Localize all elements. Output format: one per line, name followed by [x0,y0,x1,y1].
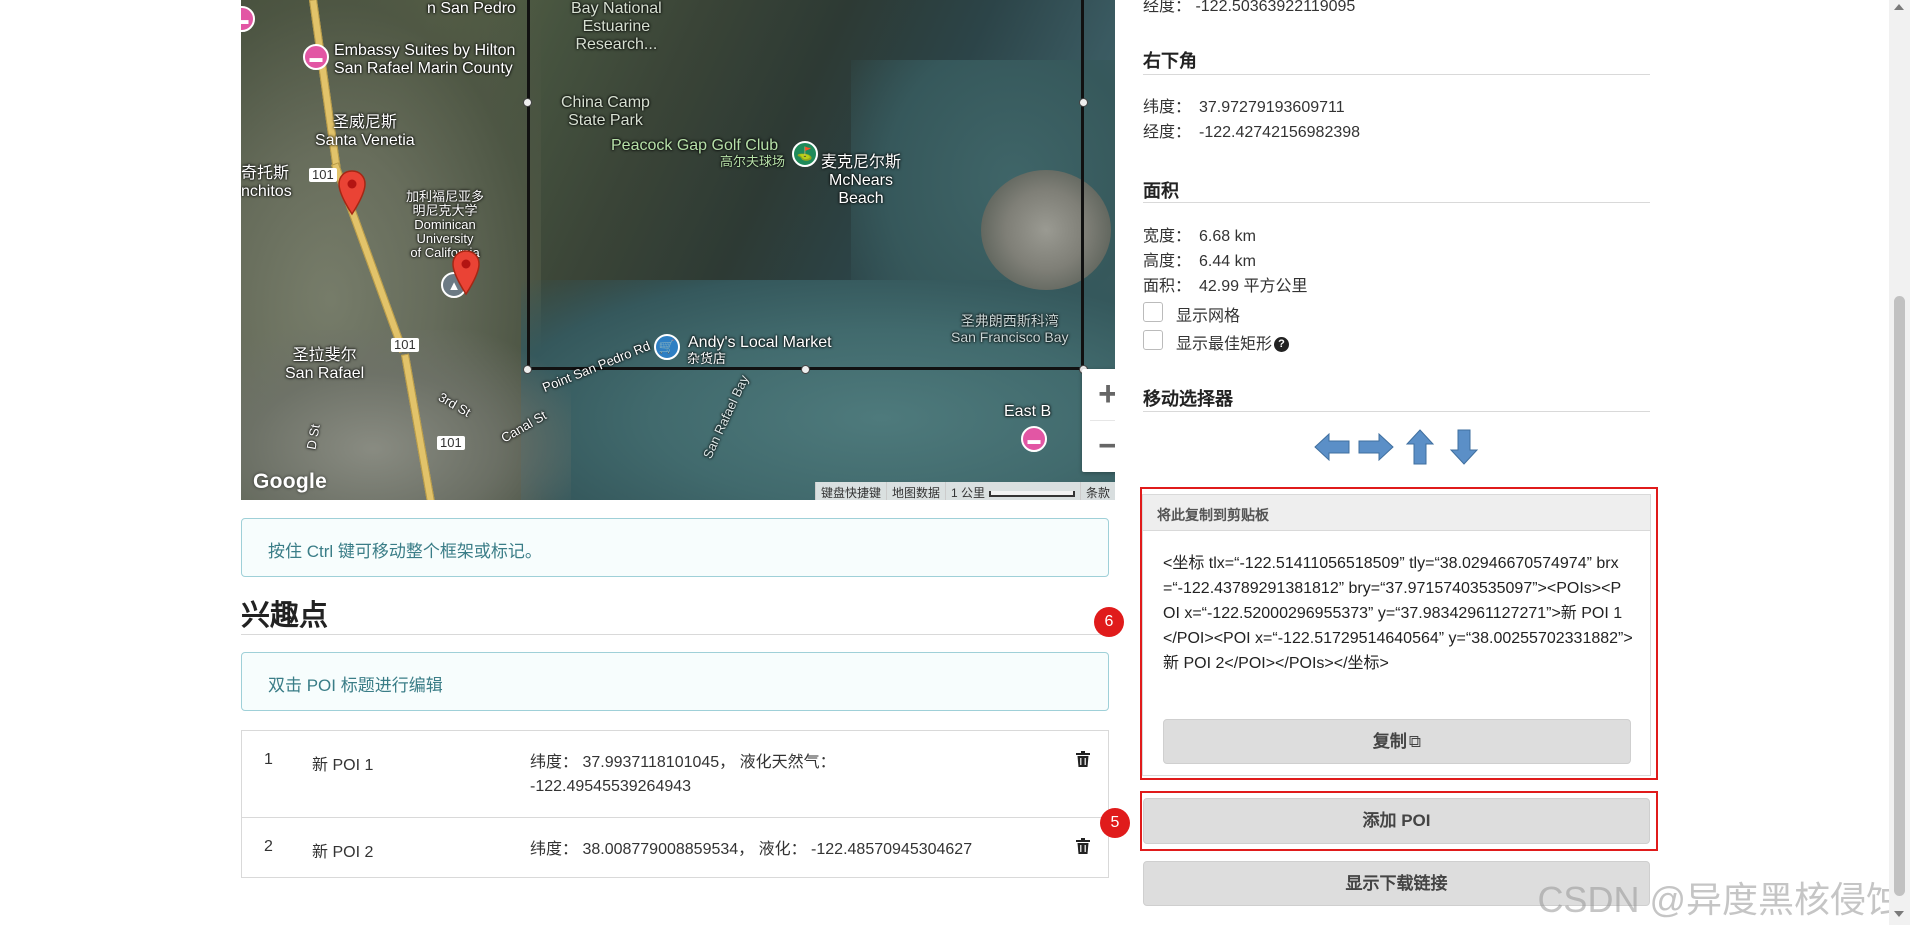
scroll-down-icon[interactable] [1894,911,1904,917]
highway-shield: 101 [309,168,337,182]
scrollbar-thumb[interactable] [1894,296,1905,896]
highway-shield: 101 [437,436,465,450]
divider [1143,411,1650,412]
divider [1143,74,1650,75]
poi-section-title: 兴趣点 [241,600,329,632]
map-label-east-b: East B [1004,403,1052,420]
zoom-controls: + − [1082,369,1115,472]
poi-number: 1 [264,751,273,768]
map-label-san-rafael: 圣拉斐尔 San Rafael [285,347,365,382]
map-label-sf-bay: 圣弗朗西斯科湾 San Francisco Bay [951,313,1069,345]
arrow-left-icon[interactable] [1313,428,1351,466]
scale-bar [988,490,1075,497]
move-arrows [1313,428,1483,468]
map-label-andys-zh: 杂货店 [687,351,727,366]
satellite-map[interactable]: n San Pedro Embassy Suites by Hilton San… [241,0,1115,500]
page: n San Pedro Embassy Suites by Hilton San… [0,0,1910,925]
selection-handle[interactable] [523,98,532,107]
top-left-lng-partial: 经度： -122.50363922119095 [1143,0,1356,15]
map-label-andys: Andy's Local Market [688,334,832,351]
zoom-out-button[interactable]: − [1082,421,1115,472]
divider [241,634,1109,635]
show-best-rect-checkbox[interactable] [1143,330,1163,350]
poi-coords: 纬度： 38.008779008859534， 液化： -122.4857094… [530,841,973,858]
poi-table: 1 新 POI 1 纬度： 37.9937118101045， 液化天然气： -… [241,730,1109,878]
map-scale[interactable]: 1 公里 [944,482,1080,500]
edit-poi-hint: 双击 POI 标题进行编辑 [241,652,1109,711]
zoom-in-button[interactable]: + [1082,369,1115,420]
map-label-santa-venetia: 圣威尼斯 Santa Venetia [315,114,415,149]
map-label: n San Pedro [427,0,516,17]
poi-name[interactable]: 新 POI 1 [312,751,373,775]
arrow-up-icon[interactable] [1401,428,1439,466]
poi-name[interactable]: 新 POI 2 [312,838,373,862]
selection-handle[interactable] [801,365,810,374]
poi-coords: 纬度： 37.9937118101045， 液化天然气： -122.495455… [530,754,836,795]
scroll-up-icon[interactable] [1894,4,1904,10]
trash-icon[interactable] [1076,751,1090,767]
map-label-bay-national: Bay National Estuarine Research... [571,0,662,53]
annotation-frame-5 [1140,791,1658,851]
shopping-cart-icon[interactable]: 🛒 [654,334,680,360]
area-width: 宽度： 6.68 km [1143,228,1256,245]
annotation-frame-6 [1140,487,1658,780]
poi-row: 1 新 POI 1 纬度： 37.9937118101045， 液化天然气： -… [242,731,1108,817]
scrollbar[interactable] [1889,0,1910,925]
area-height: 高度： 6.44 km [1143,253,1256,270]
ctrl-move-hint: 按住 Ctrl 键可移动整个框架或标记。 [241,518,1109,577]
show-grid-label[interactable]: 显示网格 [1176,302,1240,326]
map-label-china-camp: China Camp State Park [561,94,650,129]
map-attribution: 键盘快捷键 地图数据 1 公里 条款 [814,482,1115,500]
show-best-rect-label[interactable]: 显示最佳矩形? [1176,330,1290,354]
map-data-link[interactable]: 地图数据 [885,482,945,500]
annotation-badge-6: 6 [1094,607,1124,637]
poi-number: 2 [264,838,273,855]
hotel-icon[interactable]: ▬ [1021,426,1047,452]
google-logo: Google [253,470,328,493]
arrow-down-icon[interactable] [1445,428,1483,466]
watermark: CSDN @异度黑核侵蚀 [1537,879,1902,920]
map-label-anchitos: 奇托斯 nchitos [241,165,292,200]
golf-icon[interactable]: ⛳ [792,141,818,167]
map-label-embassy: Embassy Suites by Hilton San Rafael Mari… [334,42,516,77]
poi-marker-1[interactable] [337,170,367,216]
help-icon[interactable]: ? [1274,337,1290,353]
trash-icon[interactable] [1076,838,1090,854]
move-selector-heading: 移动选择器 [1143,389,1233,409]
terms-link[interactable]: 条款 [1079,482,1115,500]
annotation-badge-5: 5 [1100,808,1130,838]
map-label-mcnears: 麦克尼尔斯 McNears Beach [821,154,902,207]
highway-shield: 101 [391,338,419,352]
hotel-icon[interactable]: ▬ [303,44,329,70]
bottom-right-heading: 右下角 [1143,51,1197,71]
divider [1143,202,1650,203]
selection-handle[interactable] [1079,98,1088,107]
selection-handle[interactable] [523,365,532,374]
map-label-peacock-gap: Peacock Gap Golf Club [611,137,779,154]
area-total: 面积： 42.99 平方公里 [1143,278,1308,295]
arrow-right-icon[interactable] [1357,428,1395,466]
bottom-right-lng: 经度： -122.42742156982398 [1143,124,1361,141]
map-label-peacock-gap-zh: 高尔夫球场 [720,154,786,169]
bottom-right-lat: 纬度： 37.97279193609711 [1143,99,1345,116]
area-heading: 面积 [1143,181,1179,201]
keyboard-shortcuts-link[interactable]: 键盘快捷键 [814,482,886,500]
show-grid-checkbox[interactable] [1143,302,1163,322]
poi-marker-2[interactable] [451,250,481,296]
poi-row: 2 新 POI 2 纬度： 38.008779008859534， 液化： -1… [242,817,1108,877]
